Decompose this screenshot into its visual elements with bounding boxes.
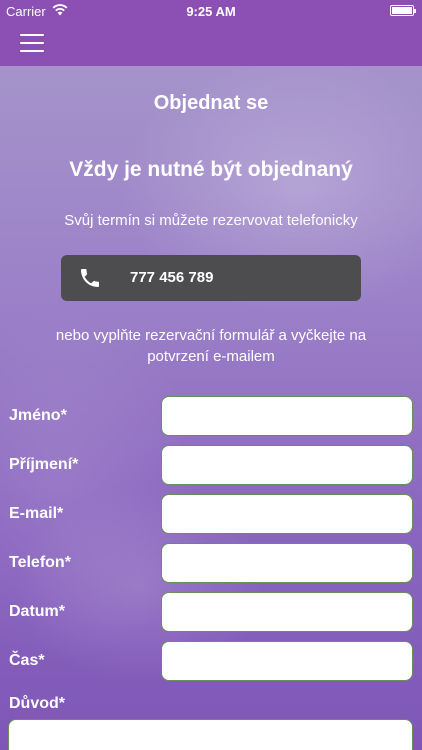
time-input[interactable] [161, 641, 413, 681]
page-subtitle: Vždy je nutné být objednaný [69, 158, 353, 181]
page-title: Objednat se [153, 92, 269, 114]
first-name-input[interactable] [161, 396, 413, 436]
last-name-input[interactable] [161, 445, 413, 485]
email-label: E-mail* [9, 505, 64, 522]
first-name-label: Jméno* [9, 407, 67, 424]
phone-input[interactable] [161, 543, 413, 583]
call-phone-button[interactable]: 777 456 789 [61, 255, 361, 301]
last-name-label: Příjmení* [9, 456, 79, 473]
hamburger-menu-icon[interactable] [20, 34, 44, 52]
status-time: 9:25 AM [186, 4, 236, 19]
date-label: Datum* [9, 603, 66, 620]
nav-bar [0, 22, 422, 66]
date-input[interactable] [161, 592, 413, 632]
phone-number: 777 456 789 [130, 269, 214, 286]
reason-label: Důvod* [9, 695, 65, 712]
content-area: Objednat se Vždy je nutné být objednaný … [0, 66, 422, 750]
battery-icon [390, 5, 416, 16]
status-bar: Carrier 9:25 AM [0, 0, 422, 22]
phone-label: Telefon* [9, 554, 71, 571]
phone-info-text: Svůj termín si můžete rezervovat telefon… [64, 212, 358, 229]
email-input[interactable] [161, 494, 413, 534]
form-info-text: nebo vyplňte rezervační formulář a vyčke… [55, 327, 367, 365]
reason-textarea[interactable] [8, 719, 413, 750]
time-label: Čas* [9, 652, 45, 669]
phone-icon [81, 269, 99, 287]
